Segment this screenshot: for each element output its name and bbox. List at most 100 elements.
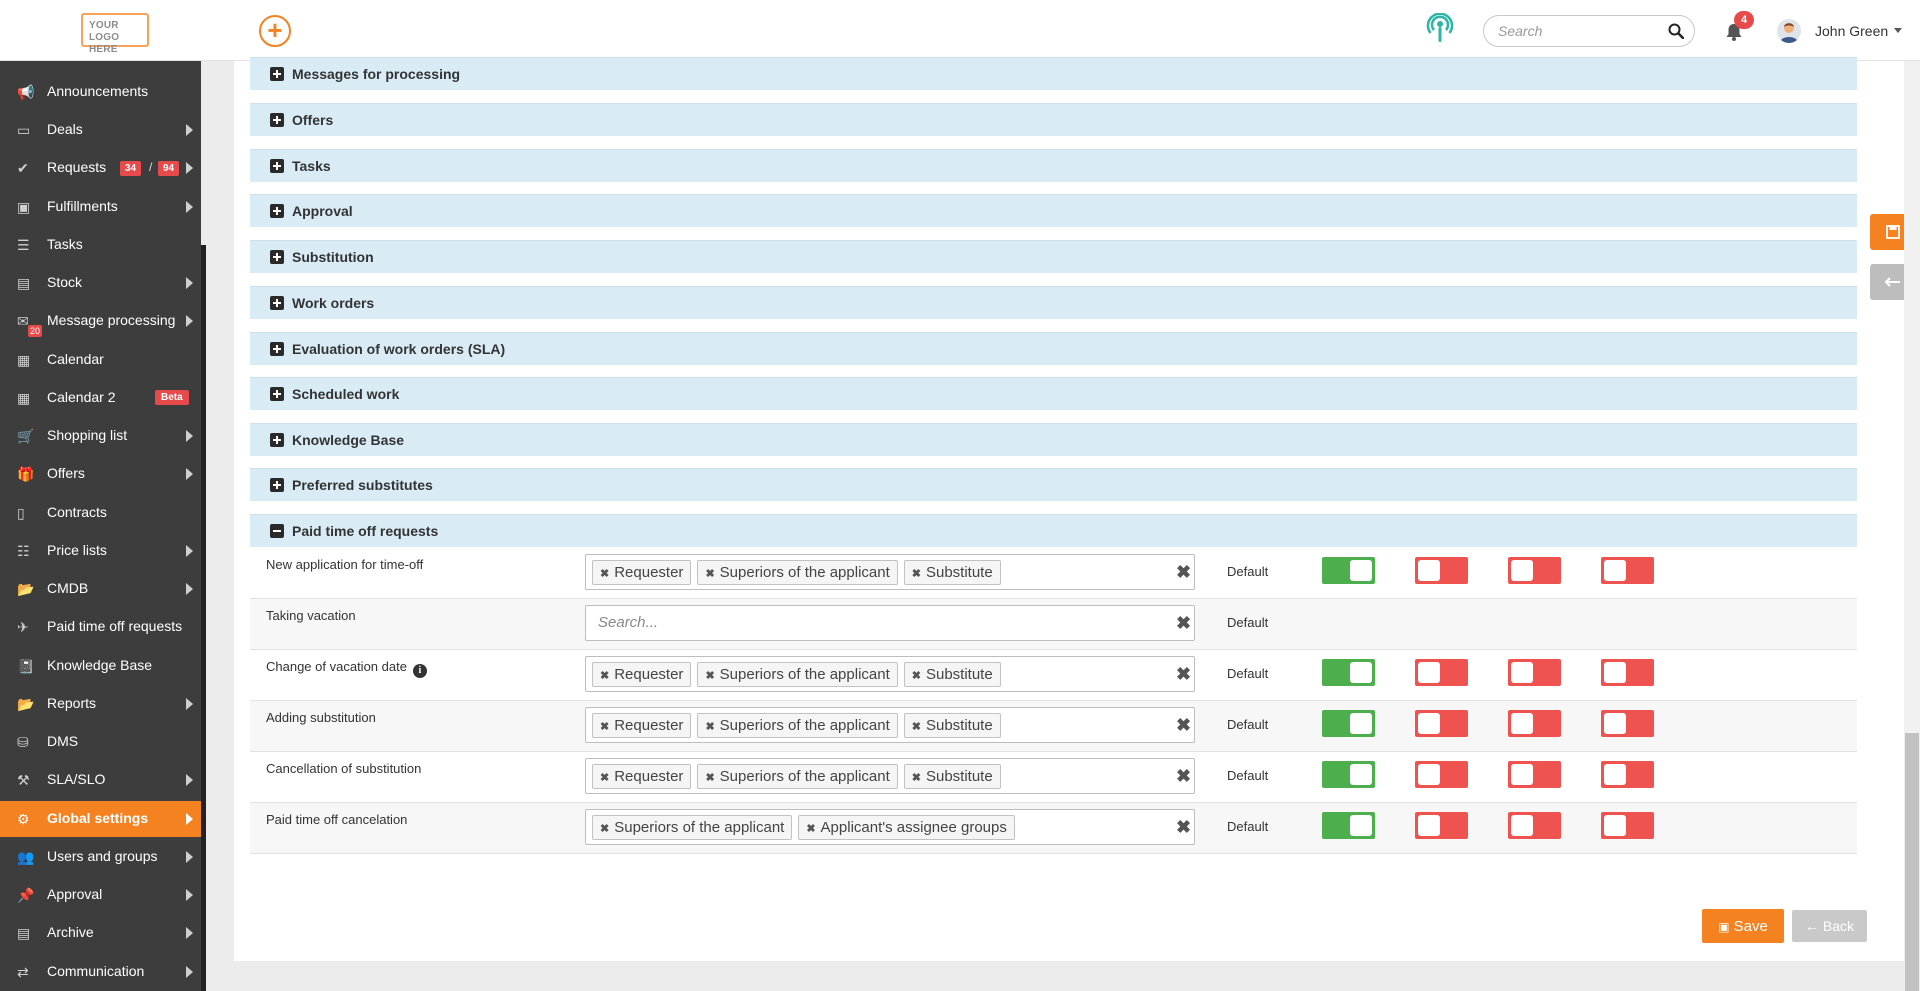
plus-square-icon[interactable] [270, 478, 284, 492]
recipients-multiselect[interactable]: ✖ Superiors of the applicant ✖ Applicant's … [585, 809, 1195, 845]
section-work-orders[interactable]: Work orders [250, 286, 1857, 319]
notification-toggle-4[interactable] [1601, 659, 1654, 686]
plus-square-icon[interactable] [270, 67, 284, 81]
remove-tag-icon[interactable]: ✖ [912, 670, 921, 682]
info-circle-icon[interactable]: i [412, 664, 427, 678]
quick-add-button[interactable]: + [259, 15, 291, 47]
remove-tag-icon[interactable]: ✖ [705, 772, 714, 784]
plus-square-icon[interactable] [270, 159, 284, 173]
page-scrollbar-thumb[interactable] [1905, 733, 1919, 991]
sidebar-item-dms[interactable]: ⛁ DMS [0, 724, 201, 760]
plus-square-icon[interactable] [270, 296, 284, 310]
recipients-multiselect[interactable]: ✖ Requester ✖ Superiors of the applicant ✖ Su… [585, 656, 1195, 692]
notification-toggle-2[interactable] [1415, 710, 1468, 737]
sidebar-item-global-settings[interactable]: ⚙ Global settings [0, 801, 201, 837]
notification-toggle-1[interactable] [1322, 812, 1375, 839]
search-icon[interactable] [1668, 23, 1684, 39]
sidebar-item-sla-slo[interactable]: ⚒ SLA/SLO [0, 762, 201, 798]
recipients-multiselect[interactable]: ✖ Requester ✖ Superiors of the applicant ✖ Su… [585, 707, 1195, 743]
recipients-search-input[interactable] [598, 614, 1098, 631]
sidebar-item-calendar[interactable]: ▦ Calendar [0, 342, 201, 378]
clear-selection-icon[interactable]: ✖ [1176, 664, 1191, 684]
plus-square-icon[interactable] [270, 433, 284, 447]
sidebar-item-reports[interactable]: 📂 Reports [0, 686, 201, 722]
company-logo[interactable]: YOUR LOGO HERE [81, 13, 149, 55]
section-messages-for-processing[interactable]: Messages for processing [250, 57, 1857, 90]
sidebar-item-communication[interactable]: ⇄ Communication [0, 954, 201, 990]
notification-toggle-3[interactable] [1508, 710, 1561, 737]
notification-toggle-2[interactable] [1415, 659, 1468, 686]
sidebar-scrollbar[interactable] [201, 245, 206, 991]
sidebar-item-tasks[interactable]: ☰ Tasks [0, 227, 201, 263]
minus-square-icon[interactable] [270, 524, 284, 538]
remove-tag-icon[interactable]: ✖ [600, 823, 609, 835]
avatar[interactable] [1777, 19, 1801, 43]
section-paid-time-off-requests[interactable]: Paid time off requests [250, 514, 1857, 547]
plus-square-icon[interactable] [270, 342, 284, 356]
remove-tag-icon[interactable]: ✖ [600, 772, 609, 784]
sidebar-item-cmdb[interactable]: 📂 CMDB [0, 571, 201, 607]
section-approval[interactable]: Approval [250, 194, 1857, 227]
sidebar-item-message-processing[interactable]: ✉ Message processing 20 [0, 303, 201, 339]
sidebar-item-stock[interactable]: ▤ Stock [0, 265, 201, 301]
section-offers[interactable]: Offers [250, 103, 1857, 136]
section-evaluation-of-work-orders-sla[interactable]: Evaluation of work orders (SLA) [250, 332, 1857, 365]
section-knowledge-base[interactable]: Knowledge Base [250, 423, 1857, 456]
remove-tag-icon[interactable]: ✖ [705, 568, 714, 580]
chevron-down-icon[interactable] [1894, 28, 1902, 33]
sidebar-item-deals[interactable]: ▭ Deals [0, 112, 201, 148]
user-name[interactable]: John Green [1815, 23, 1888, 39]
notification-toggle-3[interactable] [1508, 761, 1561, 788]
plus-square-icon[interactable] [270, 250, 284, 264]
clear-selection-icon[interactable]: ✖ [1176, 715, 1191, 735]
sidebar-item-archive[interactable]: ▤ Archive [0, 915, 201, 951]
section-scheduled-work[interactable]: Scheduled work [250, 377, 1857, 410]
save-button[interactable]: ▣ Save [1702, 909, 1784, 943]
sidebar-item-approval[interactable]: 📌 Approval [0, 877, 201, 913]
remove-tag-icon[interactable]: ✖ [600, 670, 609, 682]
sidebar-item-users-and-groups[interactable]: 👥 Users and groups [0, 839, 201, 875]
sidebar-item-requests[interactable]: ✔ Requests 34 / 94 [0, 150, 201, 186]
section-preferred-substitutes[interactable]: Preferred substitutes [250, 468, 1857, 501]
remove-tag-icon[interactable]: ✖ [600, 568, 609, 580]
remove-tag-icon[interactable]: ✖ [912, 721, 921, 733]
notification-toggle-2[interactable] [1415, 557, 1468, 584]
plus-square-icon[interactable] [270, 204, 284, 218]
clear-selection-icon[interactable]: ✖ [1176, 613, 1191, 633]
recipients-multiselect[interactable]: ✖ [585, 605, 1195, 641]
clear-selection-icon[interactable]: ✖ [1176, 562, 1191, 582]
notification-toggle-4[interactable] [1601, 557, 1654, 584]
remove-tag-icon[interactable]: ✖ [806, 823, 815, 835]
notification-toggle-3[interactable] [1508, 659, 1561, 686]
recipients-multiselect[interactable]: ✖ Requester ✖ Superiors of the applicant ✖ Su… [585, 554, 1195, 590]
notification-toggle-4[interactable] [1601, 761, 1654, 788]
remove-tag-icon[interactable]: ✖ [600, 721, 609, 733]
notification-toggle-4[interactable] [1601, 710, 1654, 737]
podcast-icon[interactable] [1426, 13, 1454, 43]
sidebar-item-contracts[interactable]: ▯ Contracts [0, 495, 201, 531]
back-button[interactable]: ← Back [1792, 910, 1867, 942]
recipients-multiselect[interactable]: ✖ Requester ✖ Superiors of the applicant ✖ Su… [585, 758, 1195, 794]
plus-square-icon[interactable] [270, 113, 284, 127]
search-input[interactable] [1498, 21, 1658, 41]
sidebar-item-paid-time-off-requests[interactable]: ✈ Paid time off requests [0, 609, 201, 645]
section-substitution[interactable]: Substitution [250, 240, 1857, 273]
sidebar-item-announcements[interactable]: 📢 Announcements [0, 74, 201, 110]
notification-toggle-4[interactable] [1601, 812, 1654, 839]
remove-tag-icon[interactable]: ✖ [912, 568, 921, 580]
notification-toggle-1[interactable] [1322, 659, 1375, 686]
sidebar-item-calendar-2[interactable]: ▦ Calendar 2 Beta [0, 380, 201, 416]
notification-toggle-1[interactable] [1322, 761, 1375, 788]
notification-toggle-3[interactable] [1508, 812, 1561, 839]
remove-tag-icon[interactable]: ✖ [705, 670, 714, 682]
clear-selection-icon[interactable]: ✖ [1176, 817, 1191, 837]
notification-toggle-2[interactable] [1415, 761, 1468, 788]
notification-toggle-1[interactable] [1322, 710, 1375, 737]
remove-tag-icon[interactable]: ✖ [912, 772, 921, 784]
clear-selection-icon[interactable]: ✖ [1176, 766, 1191, 786]
sidebar-item-price-lists[interactable]: ☷ Price lists [0, 533, 201, 569]
sidebar-item-fulfillments[interactable]: ▣ Fulfillments [0, 189, 201, 225]
remove-tag-icon[interactable]: ✖ [705, 721, 714, 733]
plus-square-icon[interactable] [270, 387, 284, 401]
sidebar-item-offers[interactable]: 🎁 Offers [0, 456, 201, 492]
